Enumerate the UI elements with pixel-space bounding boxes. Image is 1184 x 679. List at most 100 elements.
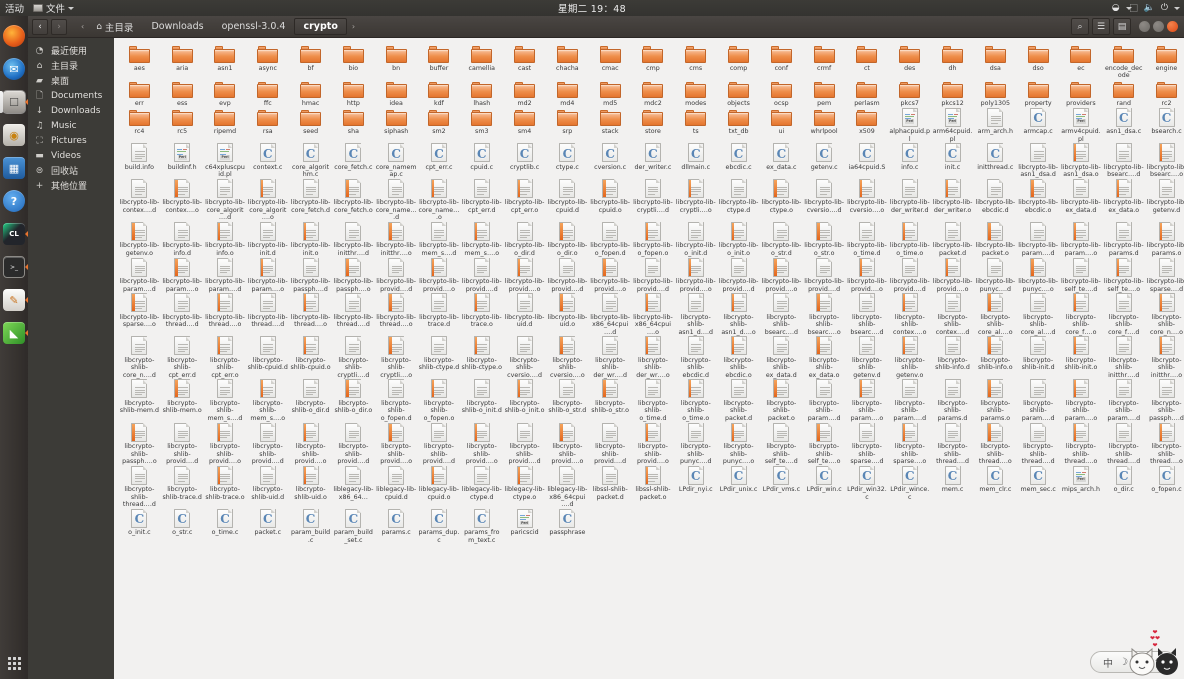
file-item[interactable]: Cmem.c [931, 465, 974, 494]
folder-item[interactable]: providers [1060, 80, 1103, 108]
file-item[interactable]: libcrypto-lib-provid….o [589, 257, 632, 294]
file-item[interactable]: libcrypto-shlib-o_init.d [460, 379, 503, 415]
file-item[interactable]: Cinit.c [931, 143, 974, 171]
file-item[interactable]: libcrypto-shlib-o_time.o [674, 379, 717, 422]
launcher-item-text-editor[interactable]: ✎ [0, 284, 28, 316]
file-item[interactable]: libcrypto-shlib-thread….d [118, 465, 161, 509]
file-item[interactable]: Cbsearch.c [1145, 107, 1184, 136]
folder-item[interactable]: ec [1060, 44, 1103, 72]
file-item[interactable]: libcrypto-lib-cversio….d [803, 178, 846, 215]
folder-item[interactable]: ripemd [204, 108, 247, 136]
file-item[interactable]: libcrypto-shlib-thread….o [1060, 422, 1103, 466]
ime-language-label[interactable]: 中 [1103, 655, 1113, 670]
file-item[interactable]: Perl armv4cpuid.pl [1060, 107, 1103, 144]
file-item[interactable]: Co_fopen.c [1145, 465, 1184, 494]
file-item[interactable]: libcrypto-shlib-asn1_d….o [717, 293, 760, 336]
file-item[interactable]: libcrypto-shlib-punyc….d [674, 422, 717, 466]
file-item[interactable]: libcrypto-shlib-der_wr….o [632, 336, 675, 379]
file-item[interactable]: Co_init.c [118, 508, 161, 537]
sidebar-item-9[interactable]: + 其他位置 [28, 178, 114, 193]
launcher-item-nginx[interactable]: ◣ [0, 317, 28, 349]
file-item[interactable]: libcrypto-shlib-uid.o [289, 465, 332, 502]
folder-item[interactable]: rand [1102, 80, 1145, 108]
file-item[interactable]: libcrypto-shlib-o_fopen.o [418, 379, 461, 422]
file-item[interactable]: libcrypto-shlib-provid….d [332, 422, 375, 466]
file-item[interactable]: libcrypto-lib-uid.d [503, 293, 546, 329]
folder-item[interactable]: md2 [503, 80, 546, 108]
file-item[interactable]: libcrypto-shlib-provid….o [632, 422, 675, 466]
status-indicators[interactable]: ◒ ⃞ 🔈 ⏻ [1112, 3, 1180, 14]
folder-item[interactable]: engine [1145, 44, 1184, 72]
file-item[interactable]: libcrypto-shlib-trace.o [204, 465, 247, 502]
folder-item[interactable]: lhash [460, 80, 503, 108]
file-item[interactable]: libcrypto-lib-thread….d [246, 293, 289, 329]
file-item[interactable]: libcrypto-shlib-contex….d [931, 293, 974, 336]
file-item[interactable]: libcrypto-lib-punyc….d [974, 257, 1017, 294]
file-item[interactable]: libcrypto-lib-x86_64cpui….o [632, 293, 675, 336]
file-item[interactable]: libcrypto-shlib-cpt_err.o [204, 336, 247, 379]
folder-item[interactable]: encode_decode [1102, 44, 1145, 80]
file-item[interactable]: libcrypto-lib-thread….d [161, 293, 204, 329]
clock-area[interactable]: 星期二 19：48 [0, 1, 1184, 15]
file-item[interactable]: libcrypto-shlib-provid….d [418, 422, 461, 466]
file-item[interactable]: libcrypto-lib-thread….o [375, 293, 418, 329]
file-item[interactable]: Cia64cpuid.S [846, 143, 889, 171]
file-item[interactable]: libcrypto-lib-passph….o [332, 257, 375, 294]
file-item[interactable]: libcrypto-shlib-cryptli….o [375, 336, 418, 379]
file-item[interactable]: libcrypto-shlib-o_fopen.d [375, 379, 418, 422]
file-item[interactable]: libcrypto-lib-param….o [246, 257, 289, 294]
folder-item[interactable]: kdf [418, 80, 461, 108]
file-item[interactable]: libcrypto-lib-x86_64cpui….d [589, 293, 632, 336]
folder-item[interactable]: mdc2 [632, 80, 675, 108]
folder-item[interactable]: ess [161, 80, 204, 108]
folder-item[interactable]: md5 [589, 80, 632, 108]
file-item[interactable]: libcrypto-shlib-cpt_err.d [161, 336, 204, 379]
folder-item[interactable]: bf [289, 44, 332, 72]
folder-item[interactable]: bio [332, 44, 375, 72]
file-item[interactable]: libcrypto-shlib-der_wr….d [589, 336, 632, 379]
icon-view[interactable]: aes aria asn1 async bf bio bn buffer camellia cas… [114, 38, 1184, 679]
file-item[interactable]: libcrypto-shlib-o_str.d [546, 379, 589, 415]
folder-item[interactable]: ts [674, 108, 717, 136]
file-item[interactable]: liblegacy-lib-cpuid.o [418, 465, 461, 502]
file-item[interactable]: libcrypto-lib-provid….o [760, 257, 803, 294]
file-item[interactable]: liblegacy-lib-x86_64… [332, 465, 375, 502]
file-item[interactable]: libcrypto-lib-cpt_err.o [503, 178, 546, 215]
file-item[interactable]: libcrypto-lib-thread….d [332, 293, 375, 329]
folder-item[interactable]: pkcs7 [888, 80, 931, 108]
file-item[interactable]: libcrypto-lib-o_fopen.o [632, 221, 675, 258]
folder-item[interactable]: perlasm [846, 80, 889, 108]
folder-item[interactable]: aria [161, 44, 204, 72]
folder-item[interactable]: srp [546, 108, 589, 136]
file-item[interactable]: C LPdir_nyi.c [674, 465, 717, 494]
file-item[interactable]: libcrypto-shlib-provid….o [289, 422, 332, 466]
file-item[interactable]: libcrypto-shlib-param….d [888, 379, 931, 422]
file-item[interactable]: libcrypto-lib-o_time.o [888, 221, 931, 258]
file-item[interactable]: libcrypto-shlib-cversio….d [503, 336, 546, 379]
file-item[interactable]: liblegacy-lib-ctype.o [503, 465, 546, 502]
file-item[interactable]: Cmem_clr.c [974, 465, 1017, 494]
file-item[interactable]: liblegacy-lib-x86_64cpui….d [546, 465, 589, 509]
file-item[interactable]: libcrypto-lib-provid….d [375, 257, 418, 294]
folder-item[interactable]: rc2 [1145, 80, 1184, 108]
file-item[interactable]: libcrypto-shlib-uid.d [246, 465, 289, 502]
file-item[interactable]: libcrypto-lib-params.o [1145, 221, 1184, 258]
launcher-item-help[interactable]: ? [0, 185, 28, 217]
file-item[interactable]: libcrypto-shlib-info.d [931, 336, 974, 372]
file-item[interactable]: libcrypto-lib-cryptli….o [674, 178, 717, 215]
file-item[interactable]: libcrypto-shlib-trace.d [161, 465, 204, 502]
file-item[interactable]: libcrypto-lib-punyc….o [1017, 257, 1060, 294]
file-item[interactable]: libcrypto-shlib-core_f….d [1102, 293, 1145, 336]
file-item[interactable]: libcrypto-shlib-core_al….d [1017, 293, 1060, 336]
file-item[interactable]: libcrypto-lib-param….d [204, 257, 247, 294]
app-menu-files[interactable]: 文件 [33, 1, 75, 15]
file-item[interactable]: Cparams_from_text.c [460, 508, 503, 545]
file-item[interactable]: Perl paricscid [503, 508, 546, 537]
file-item[interactable]: Co_dir.c [1102, 465, 1145, 494]
folder-item[interactable]: chacha [546, 44, 589, 72]
file-item[interactable]: libcrypto-lib-provid….d [888, 257, 931, 294]
folder-item[interactable]: seed [289, 108, 332, 136]
file-item[interactable]: libcrypto-lib-ctype.o [760, 178, 803, 215]
file-item[interactable]: libcrypto-lib-trace.d [418, 293, 461, 329]
file-item[interactable]: libcrypto-lib-der_writer.d [888, 178, 931, 215]
